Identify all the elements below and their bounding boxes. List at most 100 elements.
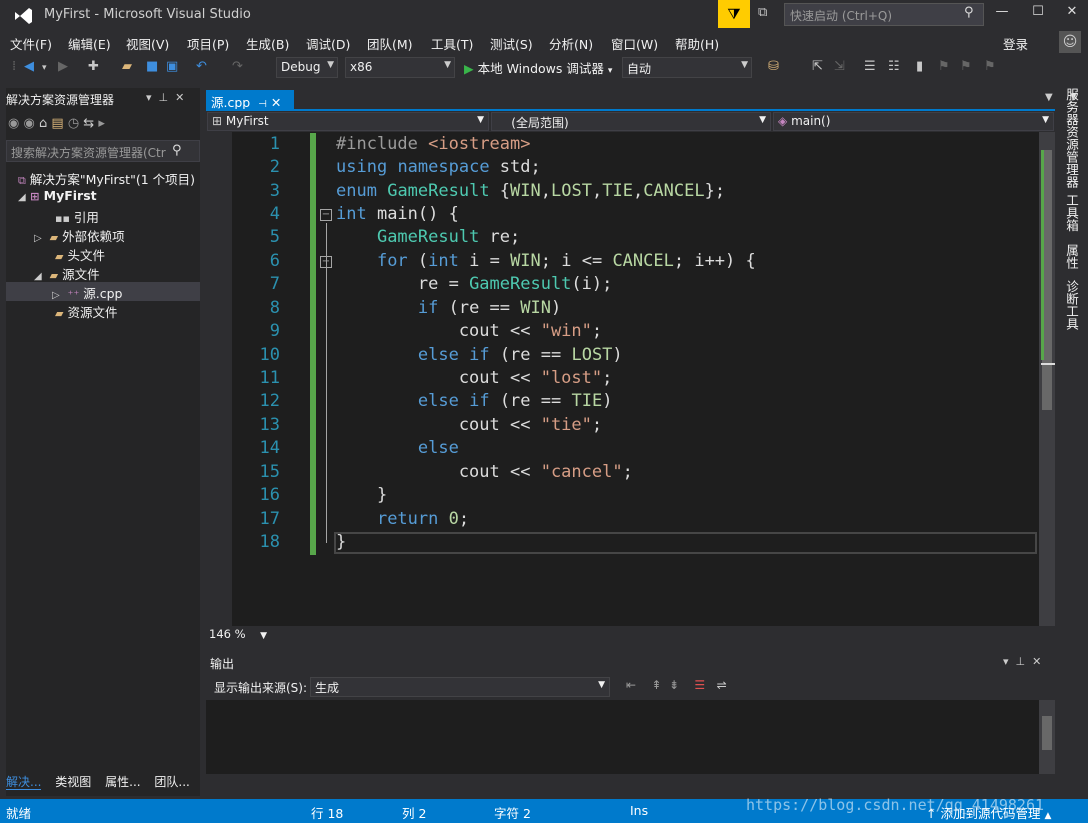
tree-item-references[interactable]: ▪▪ 引用 (55, 207, 99, 226)
chevron-down-icon: ▼ (759, 115, 766, 125)
clear-all-icon[interactable]: ☰ (694, 678, 705, 692)
sync-icon[interactable]: ⇆ (83, 116, 94, 131)
solution-search-input[interactable]: 搜索解决方案资源管理器(Ctr (6, 140, 200, 162)
close-icon[interactable]: ✕ (175, 91, 184, 104)
collapsed-arrow-icon[interactable]: ▷ (52, 290, 60, 301)
menu-view[interactable]: 视图(V) (126, 34, 169, 53)
quick-launch-input[interactable]: 快速启动 (Ctrl+Q) (784, 3, 984, 26)
menu-file[interactable]: 文件(F) (10, 34, 52, 53)
menu-edit[interactable]: 编辑(E) (68, 34, 111, 53)
pending-changes-icon[interactable]: ◷ (68, 116, 79, 131)
collapse-icon[interactable]: − (320, 209, 332, 221)
code-line: using namespace std; (336, 157, 541, 177)
tab-properties[interactable]: 属性... (105, 775, 140, 789)
find-message-icon[interactable]: ⇤ (626, 678, 636, 692)
forward-icon[interactable]: ◉ (23, 116, 34, 131)
panel-menu-icon[interactable]: ▾ (146, 91, 152, 104)
prev-bookmark-icon[interactable]: ⚑ (938, 59, 950, 74)
tree-item-project[interactable]: ◢ ⊞ MyFirst (18, 188, 97, 203)
tree-item-external-deps[interactable]: ▷ ▰ 外部依赖项 (34, 226, 125, 245)
save-all-icon[interactable]: ▣ (166, 59, 178, 74)
menu-analyze[interactable]: 分析(N) (549, 34, 593, 53)
scrollbar-thumb[interactable] (1042, 716, 1052, 750)
solution-explorer-toolbar: ◉ ◉ ⌂ ▤ ◷ ⇆ ▸ (8, 116, 105, 131)
menu-help[interactable]: 帮助(H) (675, 34, 719, 53)
back-icon[interactable]: ◉ (8, 116, 19, 131)
search-icon[interactable]: ⚲ (964, 5, 974, 20)
close-icon[interactable]: ✕ (1032, 655, 1041, 668)
step-over-icon[interactable]: ⇱ (812, 59, 823, 74)
comment-icon[interactable]: ☰ (864, 59, 876, 74)
navigate-back-icon[interactable]: ◀ (24, 59, 34, 74)
solution-platform-select[interactable]: x86 ▼ (345, 57, 455, 78)
login-link[interactable]: 登录 (1003, 34, 1028, 53)
output-source-select[interactable]: 生成 ▼ (310, 677, 610, 697)
output-horizontal-scrollbar[interactable] (206, 774, 1055, 790)
clear-bookmarks-icon[interactable]: ⚑ (984, 59, 996, 74)
notification-flag-icon[interactable]: ⧩ (718, 0, 750, 28)
menu-debug[interactable]: 调试(D) (306, 34, 350, 53)
menu-window[interactable]: 窗口(W) (611, 34, 658, 53)
tab-class-view[interactable]: 类视图 (55, 775, 91, 789)
tree-item-resource-files[interactable]: ▰ 资源文件 (55, 302, 117, 321)
code-line: else if (re == LOST) (417, 345, 623, 365)
tree-item-source-files[interactable]: ◢ ▰ 源文件 (34, 264, 100, 283)
next-message-icon[interactable]: ⇟ (669, 678, 679, 692)
tab-team-explorer[interactable]: 团队... (154, 775, 189, 789)
undo-icon[interactable]: ↶ (196, 59, 207, 74)
tree-item-solution[interactable]: ⧉ 解决方案"MyFirst"(1 个项目) (18, 169, 195, 188)
prev-message-icon[interactable]: ⇞ (651, 678, 661, 692)
tab-server-explorer[interactable]: 服务器资源管理器 (1062, 88, 1081, 188)
minimize-button[interactable]: — (988, 4, 1016, 24)
menu-test[interactable]: 测试(S) (490, 34, 533, 53)
menu-project[interactable]: 项目(P) (187, 34, 229, 53)
feedback-icon[interactable]: ⧉ (758, 5, 776, 23)
expanded-arrow-icon[interactable]: ◢ (34, 271, 42, 282)
pin-icon[interactable]: ⊥ (159, 91, 169, 104)
tab-properties-side[interactable]: 属性 (1062, 244, 1081, 269)
open-file-icon[interactable]: ▰ (122, 59, 132, 74)
zoom-select[interactable]: 146 % ▼ (209, 627, 267, 641)
menu-build[interactable]: 生成(B) (246, 34, 289, 53)
close-window-button[interactable]: ✕ (1058, 4, 1086, 24)
back-dropdown-icon[interactable]: ▾ (42, 63, 47, 73)
bookmark-icon[interactable]: ▮ (916, 59, 923, 74)
tab-toolbox[interactable]: 工具箱 (1062, 194, 1081, 232)
redo-icon[interactable]: ↷ (232, 59, 243, 74)
tab-source-cpp[interactable]: 源.cpp ⊣ ✕ (206, 90, 294, 110)
find-in-files-icon[interactable]: ⛁ (768, 59, 779, 74)
account-avatar-icon[interactable]: ☺ (1059, 31, 1081, 53)
navigate-forward-icon[interactable]: ▶ (58, 59, 68, 74)
switch-views-icon[interactable]: ▤ (51, 116, 63, 131)
maximize-button[interactable]: ☐ (1024, 4, 1052, 24)
more-icon[interactable]: ▸ (98, 116, 105, 131)
expanded-arrow-icon[interactable]: ◢ (18, 192, 26, 203)
tabs-dropdown-icon[interactable]: ▼ (1045, 92, 1053, 103)
scope-nav-select[interactable]: (全局范围) ▼ (491, 112, 771, 131)
new-project-icon[interactable]: ✚ (88, 59, 99, 74)
debug-target-select[interactable]: 自动 ▼ (622, 57, 752, 78)
close-tab-icon[interactable]: ✕ (271, 95, 281, 110)
start-debugging-button[interactable]: ▶ 本地 Windows 调试器 ▾ (464, 58, 612, 77)
tree-item-source-cpp[interactable]: ▷ ⁺⁺ 源.cpp (52, 283, 122, 302)
home-icon[interactable]: ⌂ (39, 116, 47, 131)
menu-team[interactable]: 团队(M) (367, 34, 413, 53)
step-out-icon[interactable]: ⇲ (834, 59, 845, 74)
uncomment-icon[interactable]: ☷ (888, 59, 900, 74)
pin-icon[interactable]: ⊥ (1016, 655, 1026, 668)
tab-diagnostic-tools[interactable]: 诊断工具 (1062, 280, 1081, 330)
panel-menu-icon[interactable]: ▾ (1003, 655, 1009, 668)
word-wrap-icon[interactable]: ⇌ (717, 678, 727, 692)
collapsed-arrow-icon[interactable]: ▷ (34, 233, 42, 244)
cpp-project-icon: ⊞ (212, 114, 223, 128)
tab-solution-explorer[interactable]: 解决... (6, 775, 42, 790)
menu-tools[interactable]: 工具(T) (431, 34, 473, 53)
solution-config-select[interactable]: Debug ▼ (276, 57, 338, 78)
next-bookmark-icon[interactable]: ⚑ (960, 59, 972, 74)
tree-item-header-files[interactable]: ▰ 头文件 (55, 245, 105, 264)
member-nav-select[interactable]: ◈ main() ▼ (773, 112, 1054, 131)
output-text-area[interactable] (206, 700, 1039, 774)
save-icon[interactable]: ■ (146, 59, 158, 74)
project-nav-select[interactable]: ⊞ MyFirst ▼ (207, 112, 489, 131)
search-icon[interactable]: ⚲ (172, 143, 182, 158)
